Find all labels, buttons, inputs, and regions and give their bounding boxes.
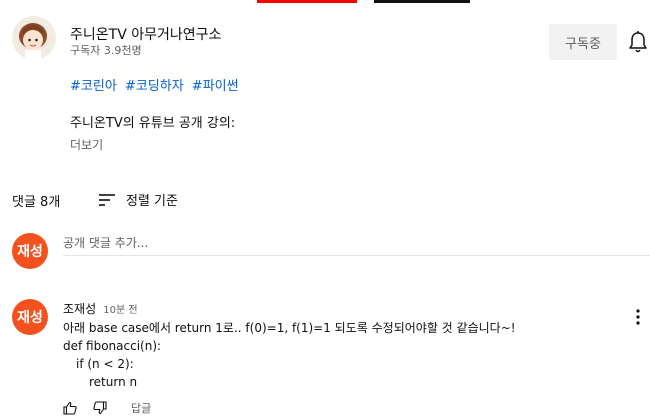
comment-count: 댓글 8개 xyxy=(12,195,61,210)
comment-text: 아래 base case에서 return 1로.. f(0)=1, f(1)=… xyxy=(63,321,516,335)
code-line: return n xyxy=(89,375,138,389)
hashtag-link[interactable]: #파이썬 xyxy=(192,79,239,94)
hashtag-list: #코린아 #코딩하자 #파이썬 xyxy=(70,75,243,94)
hashtag-link[interactable]: #코린아 xyxy=(70,79,117,94)
code-line: def fibonacci(n): xyxy=(63,339,162,353)
thumbs-down-icon[interactable] xyxy=(93,401,107,415)
more-vert-icon[interactable] xyxy=(633,308,643,326)
sort-button[interactable]: 정렬 기준 xyxy=(98,190,178,209)
hashtag-link[interactable]: #코딩하자 xyxy=(125,79,184,94)
channel-avatar-illustration xyxy=(12,16,56,60)
comment-author[interactable]: 조재성 xyxy=(63,302,96,316)
comment-author-line: 조재성 10분 전 xyxy=(63,298,138,317)
code-line: if (n < 2): xyxy=(76,357,134,371)
bell-icon[interactable] xyxy=(627,30,649,54)
channel-avatar[interactable] xyxy=(12,16,56,60)
comment-timestamp[interactable]: 10분 전 xyxy=(103,305,137,316)
subscriber-count: 구독자 3.9천명 xyxy=(70,44,142,57)
description-text: 주니온TV의 유튜브 공개 강의: xyxy=(70,116,236,131)
reply-button[interactable]: 답글 xyxy=(131,400,151,416)
comment-body: 아래 base case에서 return 1로.. f(0)=1, f(1)=… xyxy=(63,319,516,391)
show-more-link[interactable]: 더보기 xyxy=(70,136,103,153)
user-avatar: 재성 xyxy=(12,233,48,269)
commenter-avatar[interactable]: 재성 xyxy=(12,299,48,335)
channel-name[interactable]: 주니온TV 아무거나연구소 xyxy=(70,24,221,44)
thumbs-up-icon[interactable] xyxy=(63,401,77,415)
sort-label: 정렬 기준 xyxy=(126,194,178,209)
progress-bar-dark xyxy=(374,0,470,3)
progress-bar-red xyxy=(257,0,357,3)
comment-actions: 답글 xyxy=(63,400,151,416)
sort-icon xyxy=(99,193,115,206)
subscribed-button[interactable]: 구독중 xyxy=(549,24,617,60)
add-comment-input[interactable] xyxy=(63,230,650,256)
